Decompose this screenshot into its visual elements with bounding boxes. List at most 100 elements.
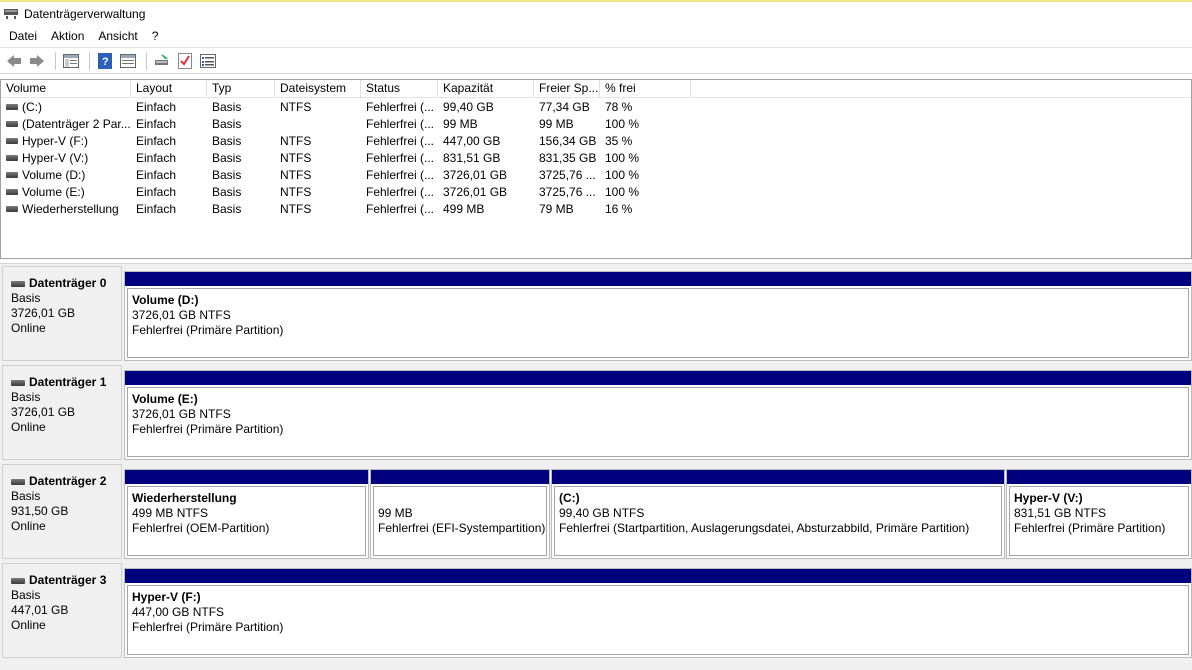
partition-name: (C:) bbox=[559, 491, 580, 505]
partition-size: 3726,01 GB NTFS bbox=[132, 308, 231, 322]
partition-block[interactable]: Volume (D:) 3726,01 GB NTFS Fehlerfrei (Pr… bbox=[124, 271, 1192, 361]
disk-row: Datenträger 3 Basis 447,01 GB Online Hyper-V… bbox=[0, 561, 1192, 658]
properties-icon[interactable] bbox=[118, 51, 138, 71]
partition-block[interactable]: 99 MB Fehlerfrei (EFI-Systempartition) bbox=[370, 469, 550, 559]
column-header-layout[interactable]: Layout bbox=[131, 80, 207, 98]
volume-list-row[interactable]: Volume (E:) Einfach Basis NTFS Fehlerfrei (.… bbox=[1, 184, 1191, 201]
toolbar-separator bbox=[55, 51, 56, 70]
menu-datei[interactable]: Datei bbox=[2, 29, 44, 43]
column-header-dateisystem[interactable]: Dateisystem bbox=[275, 80, 361, 98]
partition-status: Fehlerfrei (Primäre Partition) bbox=[1014, 521, 1166, 535]
disk-label[interactable]: Datenträger 1 Basis 3726,01 GB Online bbox=[2, 365, 122, 460]
column-header-status[interactable]: Status bbox=[361, 80, 438, 98]
disk-label[interactable]: Datenträger 3 Basis 447,01 GB Online bbox=[2, 563, 122, 658]
volume-list-cell-layout: Einfach bbox=[136, 117, 177, 131]
volume-list-cell-layout: Einfach bbox=[136, 134, 177, 148]
volume-list-cell-status: Fehlerfrei (... bbox=[366, 117, 435, 131]
volume-list-cell-prozent-frei: 35 % bbox=[605, 134, 633, 148]
volume-list-cell-dateisystem bbox=[275, 116, 361, 133]
partition-header-bar bbox=[125, 371, 1191, 385]
disk-row: Datenträger 1 Basis 3726,01 GB Online Volume… bbox=[0, 363, 1192, 460]
volume-list-cell-typ: Basis bbox=[212, 117, 242, 131]
partition-size: 831,51 GB NTFS bbox=[1014, 506, 1107, 520]
partition-block[interactable]: (C:) 99,40 GB NTFS Fehlerfrei (Startpartit… bbox=[551, 469, 1005, 559]
volume-list-cell-volume: Volume (D:) bbox=[1, 167, 131, 184]
disk-name-text: Datenträger 1 bbox=[29, 375, 107, 389]
volume-list-cell-layout: Einfach bbox=[136, 185, 177, 199]
partition-name: Wiederherstellung bbox=[132, 491, 237, 505]
disk-type: Basis bbox=[11, 588, 41, 602]
disk-state: Online bbox=[11, 321, 46, 335]
volume-list-row[interactable]: (Datenträger 2 Par... Einfach Basis Fehlerf… bbox=[1, 116, 1191, 133]
disk-state: Online bbox=[11, 519, 46, 533]
volume-icon bbox=[6, 205, 18, 212]
partition-block[interactable]: Volume (E:) 3726,01 GB NTFS Fehlerfrei (Pr… bbox=[124, 370, 1192, 460]
partition-header-bar bbox=[125, 272, 1191, 286]
disk-size: 3726,01 GB bbox=[11, 405, 76, 419]
volume-icon bbox=[6, 137, 18, 144]
column-header-volume[interactable]: Volume bbox=[1, 80, 131, 98]
menu-ansicht[interactable]: Ansicht bbox=[91, 29, 144, 43]
menu-help[interactable]: ? bbox=[145, 29, 166, 43]
partition-details: Hyper-V (V:) 831,51 GB NTFS Fehlerfrei (Pr… bbox=[1009, 486, 1189, 556]
partition-status: Fehlerfrei (Primäre Partition) bbox=[132, 323, 284, 337]
help-icon[interactable]: ? bbox=[95, 51, 115, 71]
back-icon[interactable] bbox=[4, 51, 24, 71]
volume-name: (C:) bbox=[22, 100, 42, 114]
volume-list-cell-dateisystem: NTFS bbox=[280, 168, 312, 182]
disk-partitions: Wiederherstellung 499 MB NTFS Fehlerfrei (… bbox=[124, 469, 1192, 559]
window-title: Datenträgerverwaltung bbox=[24, 7, 146, 21]
partition-details: Volume (D:) 3726,01 GB NTFS Fehlerfrei (Pr… bbox=[127, 288, 1189, 358]
volume-list-header: Volume Layout Typ Dateisystem Status Kap… bbox=[1, 80, 1191, 98]
volume-list-cell-volume: (C:) bbox=[1, 99, 131, 116]
list-view-icon[interactable] bbox=[198, 51, 218, 71]
column-header-freier-speicher[interactable]: Freier Sp... bbox=[534, 80, 600, 98]
console-tree-icon[interactable] bbox=[61, 51, 81, 71]
volume-icon bbox=[6, 154, 18, 161]
volume-list-cell-dateisystem: NTFS bbox=[280, 202, 312, 216]
disk-name-text: Datenträger 3 bbox=[29, 573, 107, 587]
partition-block[interactable]: Hyper-V (F:) 447,00 GB NTFS Fehlerfrei (Pr… bbox=[124, 568, 1192, 658]
volume-list-cell-layout: Einfach bbox=[136, 100, 177, 114]
volume-list-cell-volume: (Datenträger 2 Par... bbox=[1, 116, 131, 133]
connect-disk-icon[interactable] bbox=[152, 51, 172, 71]
disk-row: Datenträger 2 Basis 931,50 GB Online Wiederh… bbox=[0, 462, 1192, 559]
volume-list-row[interactable]: Volume (D:) Einfach Basis NTFS Fehlerfrei (.… bbox=[1, 167, 1191, 184]
volume-list-cell-dateisystem: NTFS bbox=[280, 185, 312, 199]
volume-list-row[interactable]: Hyper-V (F:) Einfach Basis NTFS Fehlerfrei (… bbox=[1, 133, 1191, 150]
disk-drive-icon bbox=[11, 577, 25, 584]
volume-list-cell-status: Fehlerfrei (... bbox=[366, 134, 435, 148]
volume-list-cell-freier-speicher: 79 MB bbox=[539, 202, 574, 216]
disk-name: Datenträger 3 bbox=[11, 573, 121, 588]
volume-list-cell-volume: Hyper-V (F:) bbox=[1, 133, 131, 150]
disk-label[interactable]: Datenträger 0 Basis 3726,01 GB Online bbox=[2, 266, 122, 361]
partition-details: Volume (E:) 3726,01 GB NTFS Fehlerfrei (Pr… bbox=[127, 387, 1189, 457]
column-header-typ[interactable]: Typ bbox=[207, 80, 275, 98]
volume-list-cell-typ: Basis bbox=[212, 100, 242, 114]
disk-state: Online bbox=[11, 618, 46, 632]
volume-list-row[interactable]: Wiederherstellung Einfach Basis NTFS Fehlerf… bbox=[1, 201, 1191, 218]
volume-name: Hyper-V (F:) bbox=[22, 134, 88, 148]
disk-size: 931,50 GB bbox=[11, 504, 69, 518]
volume-list-cell-typ: Basis bbox=[212, 134, 242, 148]
disk-management-app-icon bbox=[4, 8, 18, 20]
volume-list-row[interactable]: Hyper-V (V:) Einfach Basis NTFS Fehlerfrei (… bbox=[1, 150, 1191, 167]
partition-details: (C:) 99,40 GB NTFS Fehlerfrei (Startpartit… bbox=[554, 486, 1002, 556]
partition-block[interactable]: Hyper-V (V:) 831,51 GB NTFS Fehlerfrei (Pr… bbox=[1006, 469, 1192, 559]
title-bar: Datenträgerverwaltung bbox=[0, 0, 1192, 26]
partition-size: 499 MB NTFS bbox=[132, 506, 209, 520]
volume-list-row[interactable]: (C:) Einfach Basis NTFS Fehlerfrei (... 99,40… bbox=[1, 99, 1191, 116]
svg-text:?: ? bbox=[102, 56, 109, 68]
partition-block[interactable]: Wiederherstellung 499 MB NTFS Fehlerfrei (… bbox=[124, 469, 369, 559]
volume-list-cell-layout: Einfach bbox=[136, 202, 177, 216]
volume-list[interactable]: Volume Layout Typ Dateisystem Status Kap… bbox=[0, 79, 1192, 259]
disk-label[interactable]: Datenträger 2 Basis 931,50 GB Online bbox=[2, 464, 122, 559]
volume-list-cell-prozent-frei: 100 % bbox=[605, 151, 640, 165]
disk-drive-icon bbox=[11, 280, 25, 287]
forward-icon[interactable] bbox=[27, 51, 47, 71]
menu-aktion[interactable]: Aktion bbox=[44, 29, 91, 43]
column-header-prozent-frei[interactable]: % frei bbox=[600, 80, 691, 98]
check-icon[interactable] bbox=[175, 51, 195, 71]
partition-name: Hyper-V (V:) bbox=[1014, 491, 1083, 505]
column-header-kapazitaet[interactable]: Kapazität bbox=[438, 80, 534, 98]
